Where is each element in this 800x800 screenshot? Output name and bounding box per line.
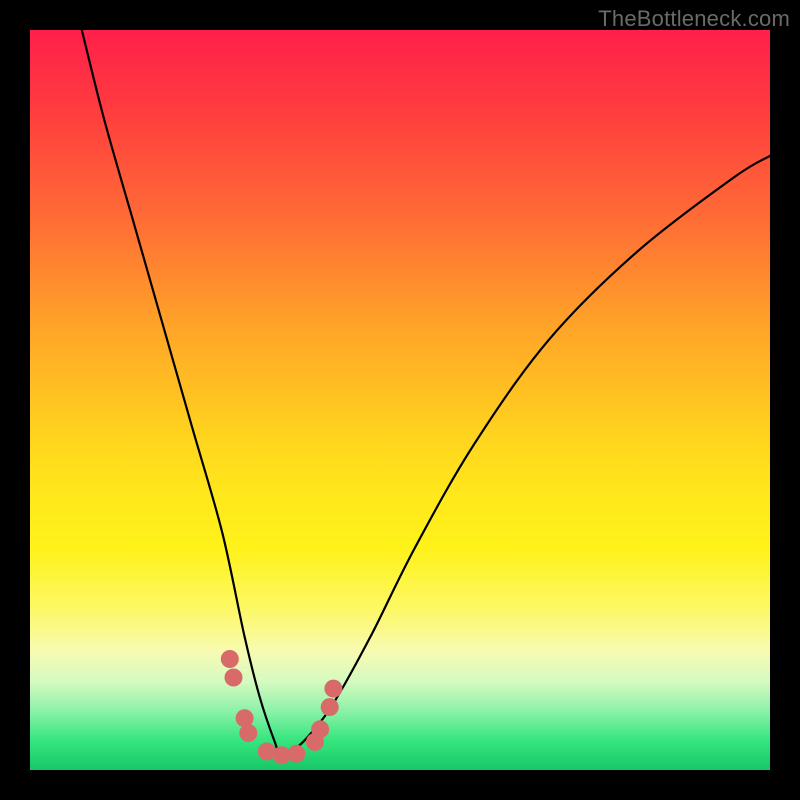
curve-marker (221, 650, 239, 668)
curve-marker (225, 669, 243, 687)
curve-marker (239, 724, 257, 742)
chart-stage: TheBottleneck.com (0, 0, 800, 800)
curve-marker (311, 720, 329, 738)
curve-markers (221, 650, 343, 764)
curve-layer (30, 30, 770, 770)
watermark-text: TheBottleneck.com (598, 6, 790, 32)
plot-area (30, 30, 770, 770)
curve-marker (321, 698, 339, 716)
bottleneck-curve (82, 30, 770, 755)
curve-marker (324, 680, 342, 698)
curve-marker (287, 745, 305, 763)
